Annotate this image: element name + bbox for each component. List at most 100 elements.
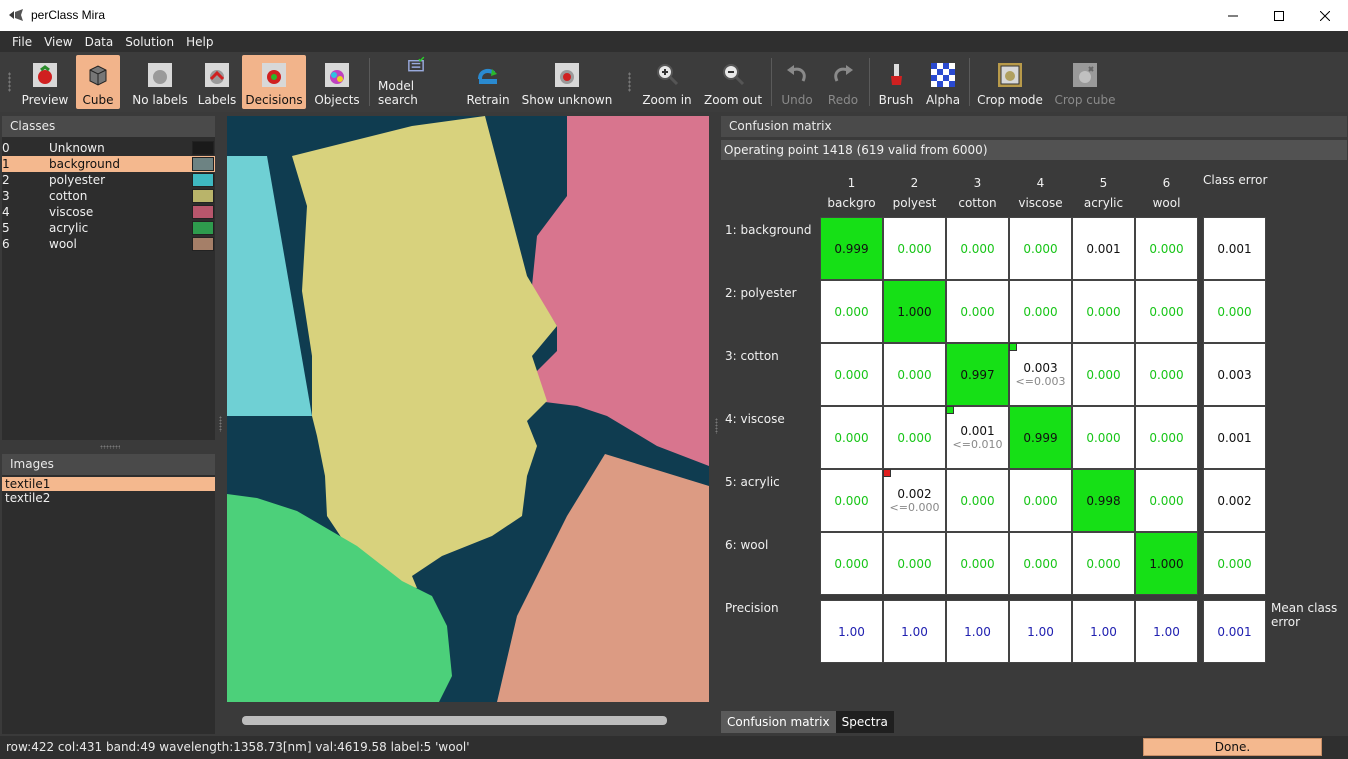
- matrix-cell[interactable]: 0.997: [946, 343, 1009, 406]
- matrix-cell[interactable]: 0.000: [1072, 343, 1135, 406]
- image-item-textile1[interactable]: textile1: [2, 477, 215, 491]
- zoom-in-button[interactable]: Zoom in: [640, 55, 694, 109]
- labels-button[interactable]: Labels: [196, 55, 238, 109]
- tab-spectra[interactable]: Spectra: [835, 711, 894, 733]
- menu-file[interactable]: File: [6, 35, 38, 49]
- alpha-button[interactable]: Alpha: [922, 55, 964, 109]
- class-color-swatch[interactable]: [192, 189, 214, 203]
- matrix-cell[interactable]: 0.002 <=0.000: [883, 469, 946, 532]
- classes-list: 0 Unknown 1 background 2 polyester 3 cot…: [2, 137, 215, 252]
- error-marker: [1009, 343, 1017, 351]
- zoom-out-button[interactable]: Zoom out: [702, 55, 764, 109]
- redo-button[interactable]: Redo: [824, 55, 862, 109]
- matrix-cell[interactable]: 0.001 <=0.010: [946, 406, 1009, 469]
- matrix-cell[interactable]: 0.000: [1009, 217, 1072, 280]
- menu-solution[interactable]: Solution: [119, 35, 180, 49]
- class-color-swatch[interactable]: [192, 237, 214, 251]
- cell-value: 0.001: [1217, 430, 1252, 445]
- matrix-cell[interactable]: 0.999: [1009, 406, 1072, 469]
- matrix-cell[interactable]: 0.000: [946, 280, 1009, 343]
- matrix-cell[interactable]: 0.000: [946, 217, 1009, 280]
- class-color-swatch[interactable]: [192, 157, 214, 171]
- close-button[interactable]: [1302, 0, 1348, 31]
- class-row-viscose[interactable]: 4 viscose: [2, 204, 215, 220]
- hyperspectral-image-view[interactable]: [227, 116, 709, 702]
- undo-button[interactable]: Undo: [778, 55, 816, 109]
- class-row-background[interactable]: 1 background: [2, 156, 215, 172]
- class-color-swatch[interactable]: [192, 221, 214, 235]
- class-row-unknown[interactable]: 0 Unknown: [2, 140, 215, 156]
- image-horizontal-scrollbar[interactable]: [227, 713, 709, 727]
- objects-button[interactable]: Objects: [312, 55, 362, 109]
- minimize-button[interactable]: [1210, 0, 1256, 31]
- matrix-cell[interactable]: 0.000: [1009, 469, 1072, 532]
- cell-value: 0.001: [960, 424, 995, 438]
- class-error-cell: 0.000: [1203, 280, 1266, 343]
- matrix-cell[interactable]: 0.003 <=0.003: [1009, 343, 1072, 406]
- matrix-cell[interactable]: 0.000: [1009, 532, 1072, 595]
- menu-help[interactable]: Help: [180, 35, 219, 49]
- class-index: 5: [2, 221, 10, 235]
- retrain-icon: [478, 69, 497, 84]
- matrix-cell[interactable]: 0.000: [1072, 406, 1135, 469]
- crop-cube-button[interactable]: Crop cube: [1052, 55, 1118, 109]
- splitter-handle[interactable]: [219, 416, 222, 432]
- class-row-cotton[interactable]: 3 cotton: [2, 188, 215, 204]
- matrix-cell[interactable]: 0.000: [946, 532, 1009, 595]
- app-window: perClass Mira File View Data Solution He…: [0, 0, 1348, 759]
- crop-mode-button[interactable]: Crop mode: [976, 55, 1044, 109]
- class-row-wool[interactable]: 6 wool: [2, 236, 215, 252]
- matrix-cell[interactable]: 0.000: [946, 469, 1009, 532]
- class-color-swatch[interactable]: [192, 141, 214, 155]
- preview-button[interactable]: Preview: [20, 55, 70, 109]
- matrix-cell[interactable]: 0.000: [883, 217, 946, 280]
- matrix-cell[interactable]: 0.000: [820, 469, 883, 532]
- class-color-swatch[interactable]: [192, 173, 214, 187]
- done-button[interactable]: Done.: [1143, 738, 1322, 756]
- class-row-polyester[interactable]: 2 polyester: [2, 172, 215, 188]
- matrix-cell[interactable]: 0.000: [1135, 469, 1198, 532]
- matrix-cell[interactable]: 0.998: [1072, 469, 1135, 532]
- matrix-cell[interactable]: 0.000: [1072, 280, 1135, 343]
- cell-value: 0.000: [1149, 241, 1184, 256]
- panel-splitter[interactable]: [100, 445, 120, 449]
- class-color-swatch[interactable]: [192, 205, 214, 219]
- maximize-button[interactable]: [1256, 0, 1302, 31]
- matrix-cell[interactable]: 0.000: [1135, 343, 1198, 406]
- matrix-cell[interactable]: 0.999: [820, 217, 883, 280]
- cube-label: Cube: [82, 93, 114, 107]
- matrix-cell[interactable]: 1.000: [1135, 532, 1198, 595]
- menu-data[interactable]: Data: [79, 35, 120, 49]
- scrollbar-thumb[interactable]: [242, 716, 667, 725]
- cube-button[interactable]: Cube: [76, 55, 120, 109]
- matrix-cell[interactable]: 1.000: [883, 280, 946, 343]
- matrix-cell[interactable]: 0.000: [820, 406, 883, 469]
- matrix-cell[interactable]: 0.000: [883, 343, 946, 406]
- matrix-cell[interactable]: 0.000: [1135, 280, 1198, 343]
- show-unknown-button[interactable]: Show unknown: [520, 55, 614, 109]
- matrix-cell[interactable]: 0.000: [1135, 217, 1198, 280]
- matrix-cell[interactable]: 0.000: [1009, 280, 1072, 343]
- tab-confusion-matrix[interactable]: Confusion matrix: [721, 711, 836, 733]
- matrix-cell[interactable]: 0.000: [883, 532, 946, 595]
- matrix-cell[interactable]: 0.001: [1072, 217, 1135, 280]
- brush-button[interactable]: Brush: [876, 55, 916, 109]
- no-labels-button[interactable]: No labels: [130, 55, 190, 109]
- class-row-acrylic[interactable]: 5 acrylic: [2, 220, 215, 236]
- matrix-cell[interactable]: 0.000: [1072, 532, 1135, 595]
- matrix-cell[interactable]: 0.000: [820, 343, 883, 406]
- image-item-textile2[interactable]: textile2: [2, 491, 215, 505]
- matrix-cell[interactable]: 0.000: [820, 532, 883, 595]
- menu-view[interactable]: View: [38, 35, 78, 49]
- decisions-button[interactable]: Decisions: [242, 55, 306, 109]
- precision-cell: 1.00: [946, 600, 1009, 663]
- matrix-cell[interactable]: 0.000: [1135, 406, 1198, 469]
- toolbar-grip[interactable]: [628, 72, 631, 92]
- matrix-cell[interactable]: 0.000: [820, 280, 883, 343]
- cell-value: 0.000: [960, 493, 995, 508]
- matrix-cell[interactable]: 0.000: [883, 406, 946, 469]
- model-search-button[interactable]: Model search: [378, 55, 454, 109]
- splitter-handle[interactable]: [715, 418, 718, 434]
- toolbar-grip[interactable]: [8, 72, 11, 92]
- retrain-button[interactable]: Retrain: [466, 55, 510, 109]
